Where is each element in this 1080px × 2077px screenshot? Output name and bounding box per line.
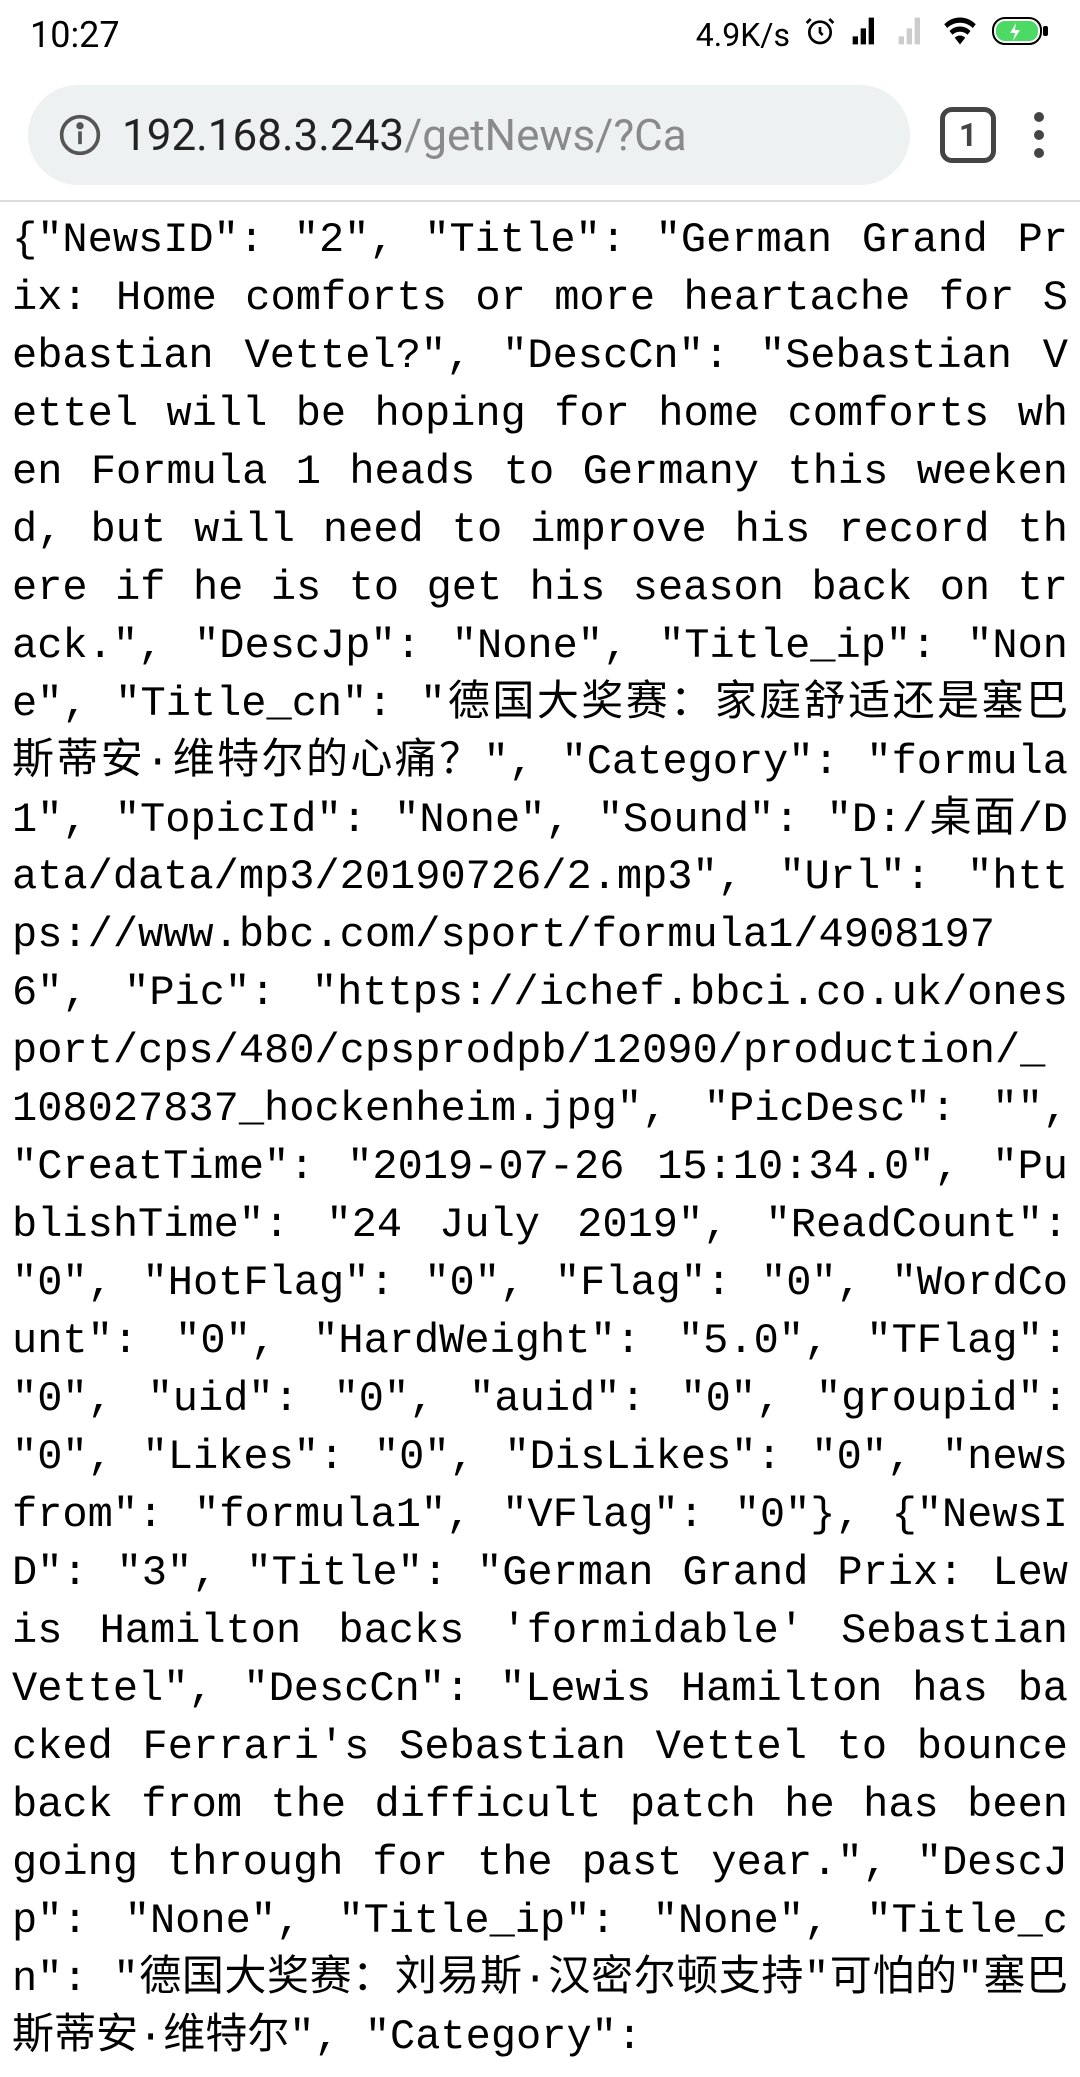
tabs-count: 1 <box>959 116 977 154</box>
url-path: /getNews/?Ca <box>404 109 687 161</box>
menu-dot-icon <box>1034 148 1044 158</box>
signal-icon <box>850 15 882 55</box>
info-icon <box>58 113 102 157</box>
battery-icon <box>992 15 1050 55</box>
status-bar: 10:27 4.9K/s <box>0 0 1080 70</box>
browser-toolbar: 192.168.3.243/getNews/?Ca 1 <box>0 70 1080 200</box>
status-right: 4.9K/s <box>696 13 1050 57</box>
page-content[interactable]: {"NewsID": "2", "Title": "German Grand P… <box>0 200 1080 2077</box>
menu-dot-icon <box>1034 112 1044 122</box>
alarm-icon <box>804 15 836 55</box>
status-time: 10:27 <box>30 14 120 56</box>
url-host: 192.168.3.243 <box>122 109 404 161</box>
menu-button[interactable] <box>1026 104 1052 166</box>
signal-icon-2 <box>896 15 928 55</box>
url-text: 192.168.3.243/getNews/?Ca <box>122 109 687 161</box>
wifi-icon <box>942 13 978 57</box>
url-bar[interactable]: 192.168.3.243/getNews/?Ca <box>28 85 910 185</box>
menu-dot-icon <box>1034 130 1044 140</box>
tabs-button[interactable]: 1 <box>940 107 996 163</box>
network-speed: 4.9K/s <box>696 16 790 54</box>
